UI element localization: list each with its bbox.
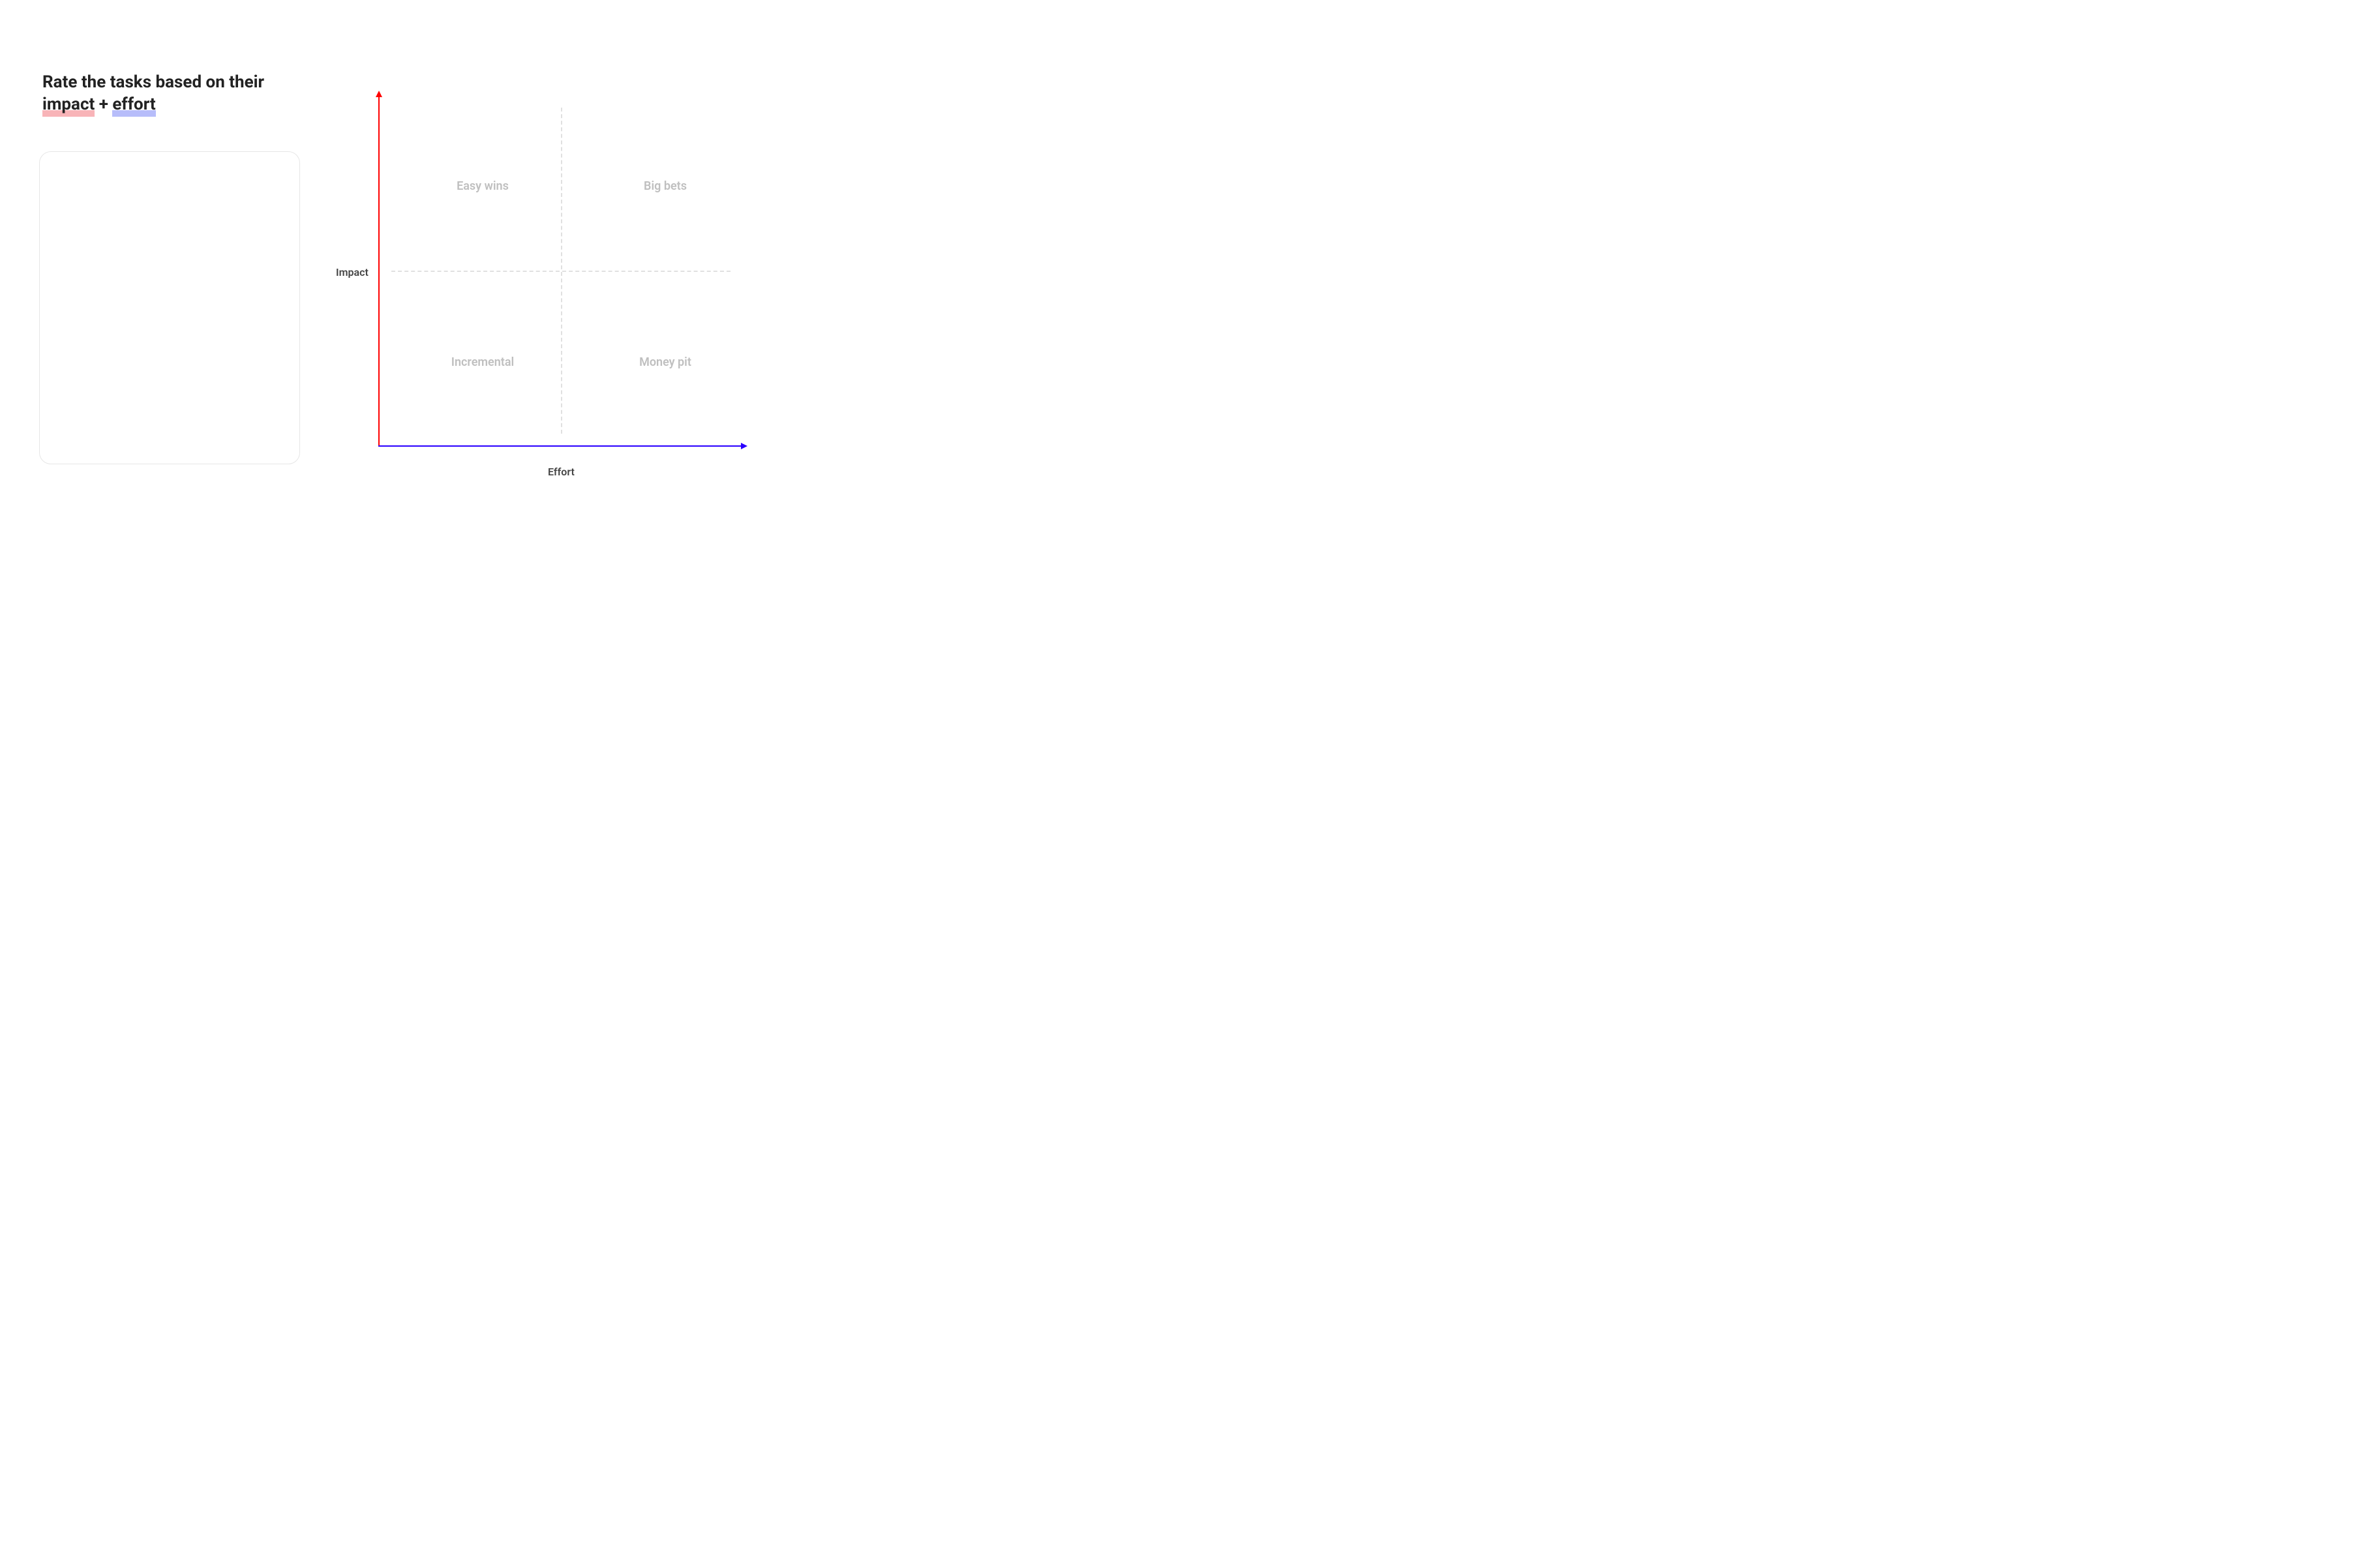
impact-effort-matrix: Easy wins Big bets Incremental Money pit… — [365, 95, 731, 460]
heading-effort-word: effort — [112, 94, 155, 116]
quadrant-label-money-pit: Money pit — [607, 355, 724, 369]
heading-prefix: Rate the tasks based on their — [42, 72, 264, 92]
quadrant-label-incremental: Incremental — [424, 355, 541, 369]
y-axis — [378, 95, 380, 447]
heading-impact-word: impact — [42, 94, 95, 116]
y-axis-label: Impact — [336, 266, 369, 278]
heading-plus: + — [95, 95, 112, 114]
page-title: Rate the tasks based on their impact + e… — [42, 72, 277, 116]
x-axis — [378, 445, 744, 447]
task-card-placeholder — [39, 151, 300, 464]
horizontal-divider — [391, 271, 731, 272]
quadrant-label-easy-wins: Easy wins — [424, 179, 541, 193]
quadrant-label-big-bets: Big bets — [607, 179, 724, 193]
x-axis-label: Effort — [548, 466, 575, 478]
